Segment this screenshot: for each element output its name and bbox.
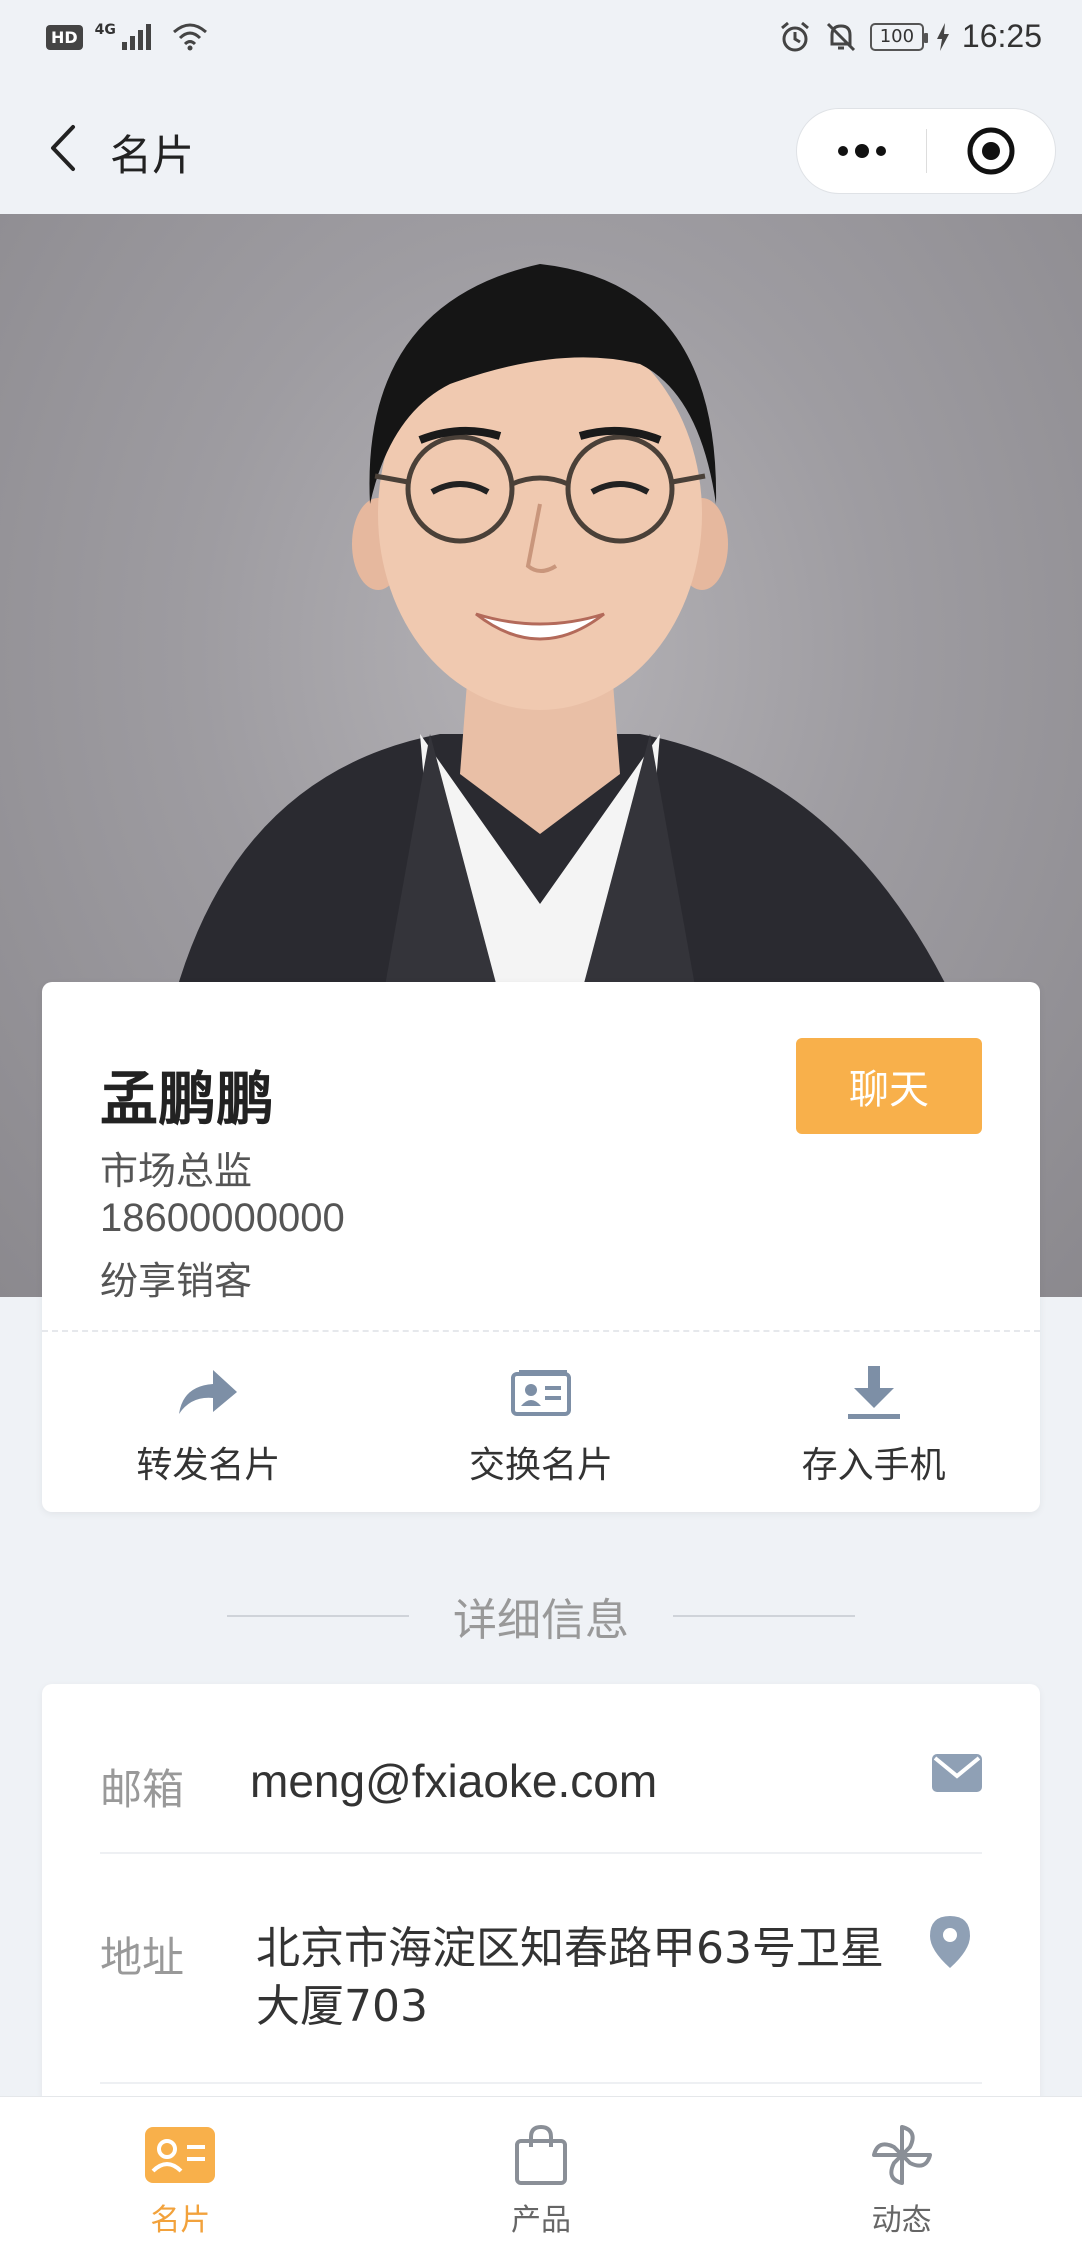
tab-card-label: 名片 bbox=[150, 2203, 211, 2238]
mail-icon[interactable] bbox=[932, 1754, 982, 1796]
contact-name: 孟鹏鹏 bbox=[100, 1065, 275, 1133]
pinwheel-icon bbox=[867, 2125, 937, 2185]
save-to-phone-label: 存入手机 bbox=[801, 1445, 946, 1486]
status-left: HD 4G bbox=[46, 22, 210, 52]
location-pin-icon[interactable] bbox=[930, 1916, 970, 1972]
address-row[interactable]: 地址 北京市海淀区知春路甲63号卫星大厦703 bbox=[100, 1854, 982, 2084]
share-arrow-icon bbox=[173, 1362, 243, 1422]
battery-indicator: 100 bbox=[869, 22, 928, 51]
mini-program-capsule bbox=[796, 108, 1056, 194]
bag-icon bbox=[506, 2125, 576, 2185]
tab-moments[interactable]: 动态 bbox=[721, 2097, 1082, 2244]
tab-card[interactable]: 名片 bbox=[0, 2097, 361, 2244]
bottom-tab-bar: 名片 产品 动态 bbox=[0, 2096, 1082, 2244]
chevron-left-icon bbox=[51, 125, 75, 171]
back-button[interactable] bbox=[30, 116, 94, 180]
card-icon bbox=[145, 2125, 216, 2185]
email-row[interactable]: 邮箱 meng@fxiaoke.com bbox=[100, 1684, 982, 1854]
network-type: 4G bbox=[94, 22, 116, 38]
business-card: 孟鹏鹏 市场总监 18600000000 纷享销客 聊天 转发名片 交换名片 存… bbox=[42, 982, 1040, 1512]
tab-products[interactable]: 产品 bbox=[361, 2097, 722, 2244]
email-label: 邮箱 bbox=[100, 1765, 185, 1814]
navigation-bar: 名片 bbox=[0, 86, 1082, 214]
close-button[interactable] bbox=[927, 109, 1055, 193]
forward-card-label: 转发名片 bbox=[136, 1445, 281, 1486]
download-icon bbox=[839, 1362, 909, 1422]
exchange-card-label: 交换名片 bbox=[469, 1445, 614, 1486]
id-card-icon bbox=[506, 1362, 576, 1422]
mute-bell-icon bbox=[826, 22, 855, 51]
section-line-right bbox=[673, 1615, 855, 1617]
section-line-left bbox=[227, 1615, 409, 1617]
details-section-title: 详细信息 bbox=[0, 1584, 1082, 1648]
signal-icon bbox=[121, 24, 151, 50]
tab-moments-label: 动态 bbox=[871, 2203, 932, 2238]
section-title-text: 详细信息 bbox=[453, 1595, 629, 1646]
status-right: 100 16:25 bbox=[778, 18, 1042, 55]
status-bar: HD 4G 100 16:25 bbox=[0, 0, 1082, 86]
contact-company: 纷享销客 bbox=[100, 1259, 253, 1303]
email-value[interactable]: meng@fxiaoke.com bbox=[250, 1754, 657, 1808]
card-actions: 转发名片 交换名片 存入手机 bbox=[42, 1332, 1040, 1512]
contact-phone[interactable]: 18600000000 bbox=[100, 1196, 345, 1241]
more-dots-icon bbox=[837, 144, 886, 158]
page-title: 名片 bbox=[110, 131, 195, 180]
clock: 16:25 bbox=[961, 18, 1042, 54]
save-to-phone-button[interactable]: 存入手机 bbox=[707, 1332, 1040, 1512]
hd-badge: HD bbox=[46, 24, 83, 50]
more-button[interactable] bbox=[797, 109, 926, 193]
forward-card-button[interactable]: 转发名片 bbox=[42, 1332, 375, 1512]
wifi-icon bbox=[172, 23, 207, 51]
address-label: 地址 bbox=[100, 1933, 185, 1982]
address-value[interactable]: 北京市海淀区知春路甲63号卫星大厦703 bbox=[256, 1920, 896, 2036]
exchange-card-button[interactable]: 交换名片 bbox=[375, 1332, 708, 1512]
chat-button[interactable]: 聊天 bbox=[796, 1038, 982, 1134]
contact-job-title: 市场总监 bbox=[100, 1149, 253, 1193]
target-close-icon bbox=[967, 127, 1015, 175]
charging-icon bbox=[936, 22, 949, 51]
alarm-icon bbox=[780, 21, 809, 51]
tab-products-label: 产品 bbox=[511, 2203, 571, 2238]
